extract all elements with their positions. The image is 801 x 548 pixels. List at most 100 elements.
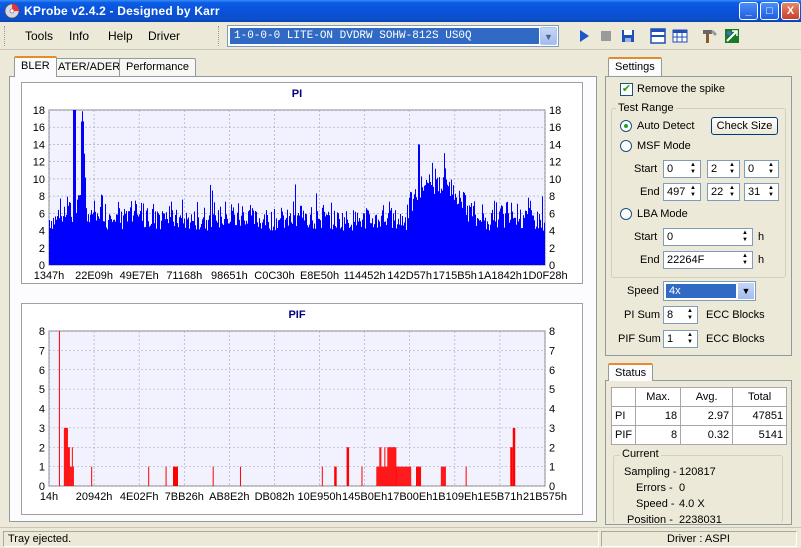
pi-bar [61, 216, 62, 265]
pi-bar [277, 227, 278, 265]
tools-icon[interactable] [701, 27, 719, 45]
pi-bar [504, 227, 505, 265]
play-icon[interactable] [575, 27, 593, 45]
close-button[interactable]: X [781, 2, 800, 20]
pi-bar [102, 195, 103, 265]
pi-bar [157, 211, 158, 265]
pif-bar [419, 466, 421, 486]
pi-bar [261, 228, 262, 265]
pi-bar [402, 215, 403, 265]
pif-sum-field[interactable]: 1 ▲ ▼ [663, 330, 698, 348]
pi-bar [332, 229, 333, 265]
pi-bar [192, 220, 193, 265]
pi-bar [389, 201, 390, 265]
pi-bar [272, 230, 273, 265]
pi-bar [390, 210, 391, 265]
pi-bar [135, 200, 136, 265]
chevron-down-icon[interactable]: ▼ [738, 283, 754, 299]
msf-end-sec-field[interactable]: 22 ▲ ▼ [707, 183, 740, 201]
pi-bar [151, 223, 152, 265]
msf-end-min-field[interactable]: 497 ▲ ▼ [663, 183, 701, 201]
pi-bar [218, 210, 219, 265]
pi-bar [469, 205, 470, 265]
pi-xtick: 1347h [34, 270, 65, 282]
pi-bar [141, 202, 142, 265]
pi-bar [439, 177, 440, 265]
maximize-button[interactable]: □ [760, 2, 779, 20]
table-view-icon[interactable] [671, 27, 689, 45]
menu-info[interactable]: Info [69, 29, 89, 43]
pi-bar [538, 228, 539, 265]
pi-bar [273, 226, 274, 265]
chevron-down-icon[interactable]: ▼ [540, 27, 557, 45]
pi-xtick: 22E09h [75, 270, 113, 282]
msf-start-sec-field[interactable]: 2 ▲ ▼ [707, 160, 740, 178]
pi-bar [199, 229, 200, 265]
pi-bar [125, 213, 126, 265]
pi-bar [462, 207, 463, 265]
msf-end-frame-field[interactable]: 31 ▲ ▼ [744, 183, 779, 201]
tab-status[interactable]: Status [608, 363, 654, 381]
pi-bar [56, 219, 57, 265]
pi-bar [193, 221, 194, 265]
pi-bar [429, 174, 430, 265]
pi-bar [308, 227, 309, 265]
remove-spike-checkbox[interactable]: ✔ [620, 83, 633, 96]
toolbar-grip [4, 26, 7, 46]
pi-bar [480, 220, 481, 265]
msf-start-min-field[interactable]: 0 ▲ ▼ [663, 160, 701, 178]
drive-select[interactable]: 1-0-0-0 LITE-ON DVDRW SOHW-812S US0Q ▼ [227, 25, 559, 47]
tab-bler[interactable]: BLER [14, 56, 57, 77]
lba-start-field[interactable]: 0 ▲ ▼ [663, 228, 753, 246]
drive-select-value: 1-0-0-0 LITE-ON DVDRW SOHW-812S US0Q [230, 28, 539, 44]
pi-bar [523, 215, 524, 265]
pi-bar [145, 226, 146, 265]
lba-end-field[interactable]: 22264F ▲ ▼ [663, 251, 753, 269]
msf-mode-radio[interactable] [620, 140, 632, 152]
lba-mode-radio[interactable] [620, 208, 632, 220]
check-size-button[interactable]: Check Size [711, 117, 778, 135]
tab-performance[interactable]: Performance [119, 58, 196, 76]
minimize-button[interactable]: _ [739, 2, 758, 20]
pi-bar [249, 210, 250, 265]
title-bar[interactable]: KProbe v2.4.2 - Designed by Karr _ □ X [0, 0, 801, 22]
pif-ytick-right: 1 [549, 462, 555, 474]
pif-bar [386, 466, 388, 486]
exit-icon[interactable] [723, 27, 741, 45]
pif-ytick-left: 5 [39, 384, 45, 396]
menu-help[interactable]: Help [108, 29, 133, 43]
pi-bar [313, 228, 314, 265]
pif-ytick-right: 3 [549, 423, 555, 435]
pi-bar [347, 219, 348, 265]
msf-start-frame-field[interactable]: 0 ▲ ▼ [744, 160, 779, 178]
pi-bar [162, 211, 163, 265]
pi-bar [349, 227, 350, 265]
split-view-icon[interactable] [649, 27, 667, 45]
pi-sum-field[interactable]: 8 ▲ ▼ [663, 306, 698, 324]
stop-icon[interactable] [597, 27, 615, 45]
pi-xtick: 71168h [166, 270, 202, 282]
pif-bar [174, 466, 175, 486]
auto-detect-radio[interactable] [620, 120, 632, 132]
pi-bar [406, 229, 407, 265]
pi-bar [414, 194, 415, 265]
pi-bar [470, 206, 471, 265]
menu-driver[interactable]: Driver [148, 29, 180, 43]
pi-bar [178, 227, 179, 265]
pi-bar [419, 144, 420, 265]
pi-bar [473, 206, 474, 265]
pi-bar [441, 188, 442, 265]
pif-bar [165, 466, 167, 486]
pi-bar [103, 221, 104, 265]
menu-tools[interactable]: Tools [25, 29, 53, 43]
pi-bar [105, 204, 106, 265]
speed-select[interactable]: 4x ▼ [663, 281, 756, 301]
pi-bar [377, 227, 378, 265]
pi-bar [306, 214, 307, 265]
pi-bar [287, 209, 288, 265]
tab-ater-ader[interactable]: ATER/ADER [51, 58, 128, 76]
tab-settings[interactable]: Settings [608, 57, 662, 76]
pi-bar [248, 211, 249, 265]
pi-bar [481, 221, 482, 265]
save-icon[interactable] [619, 27, 637, 45]
